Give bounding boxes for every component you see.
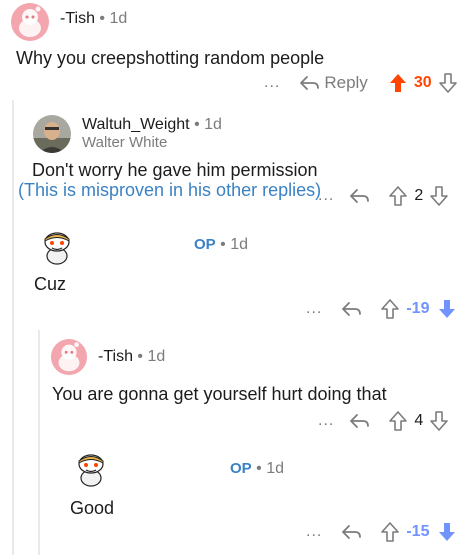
downvote-arrow-icon[interactable] [429, 410, 449, 432]
thread-line-level-2 [38, 330, 40, 555]
more-options-button[interactable]: ... [318, 412, 334, 430]
timestamp: 1d [147, 348, 166, 365]
vote-score: 30 [413, 74, 432, 91]
separator-dot: • [137, 348, 144, 365]
reply-button[interactable]: Reply [324, 73, 367, 93]
downvote-arrow-icon[interactable] [438, 72, 458, 94]
thread-line-level-1 [12, 100, 14, 555]
username[interactable]: -Tish [60, 10, 95, 27]
vote-score: -19 [406, 300, 430, 317]
separator-dot: • [99, 10, 106, 27]
upvote-arrow-icon[interactable] [388, 72, 408, 94]
annotation-note: (This is misproven in his other replies) [18, 180, 322, 200]
upvote-arrow-icon[interactable] [380, 521, 400, 543]
more-options-button[interactable]: ... [318, 187, 334, 205]
user-flair: Walter White [82, 134, 168, 151]
more-options-button[interactable]: ... [264, 74, 280, 92]
more-options-button[interactable]: ... [306, 523, 322, 541]
separator-dot: • [256, 460, 262, 477]
vote-score: -15 [406, 523, 430, 540]
timestamp: 1d [266, 460, 284, 477]
user-avatar-photo-icon[interactable] [32, 114, 72, 154]
vote-score: 4 [414, 412, 424, 429]
comment-body: You are gonna get yourself hurt doing th… [52, 384, 387, 404]
reply-arrow-icon[interactable] [340, 522, 362, 542]
username[interactable]: Waltuh_Weight [82, 116, 190, 133]
reply-arrow-icon[interactable] [298, 73, 320, 93]
timestamp: 1d [109, 10, 128, 27]
downvote-arrow-icon[interactable] [429, 185, 449, 207]
reply-arrow-icon[interactable] [348, 411, 370, 431]
upvote-arrow-icon[interactable] [388, 185, 408, 207]
timestamp: 1d [204, 116, 222, 133]
upvote-arrow-icon[interactable] [388, 410, 408, 432]
comment-body: Cuz [34, 274, 67, 294]
op-badge: OP [194, 236, 216, 253]
timestamp: 1d [230, 236, 248, 253]
op-avatar-snoo-icon[interactable] [68, 444, 114, 490]
user-avatar-snoo-icon[interactable] [10, 2, 50, 42]
comment-body: Why you creepshotting random people [16, 48, 325, 68]
comment-body: Good [70, 498, 115, 518]
reply-arrow-icon[interactable] [340, 299, 362, 319]
vote-score: 2 [414, 187, 424, 204]
op-badge: OP [230, 460, 252, 477]
separator-dot: • [194, 116, 200, 133]
comment-body: Don't worry he gave him permission [32, 160, 318, 180]
downvote-arrow-icon[interactable] [437, 521, 457, 543]
separator-dot: • [220, 236, 226, 253]
downvote-arrow-icon[interactable] [437, 298, 457, 320]
more-options-button[interactable]: ... [306, 300, 322, 318]
username[interactable]: -Tish [98, 348, 133, 365]
upvote-arrow-icon[interactable] [380, 298, 400, 320]
op-avatar-snoo-icon[interactable] [34, 222, 80, 268]
reply-arrow-icon[interactable] [348, 186, 370, 206]
user-avatar-snoo-icon[interactable] [50, 338, 88, 376]
